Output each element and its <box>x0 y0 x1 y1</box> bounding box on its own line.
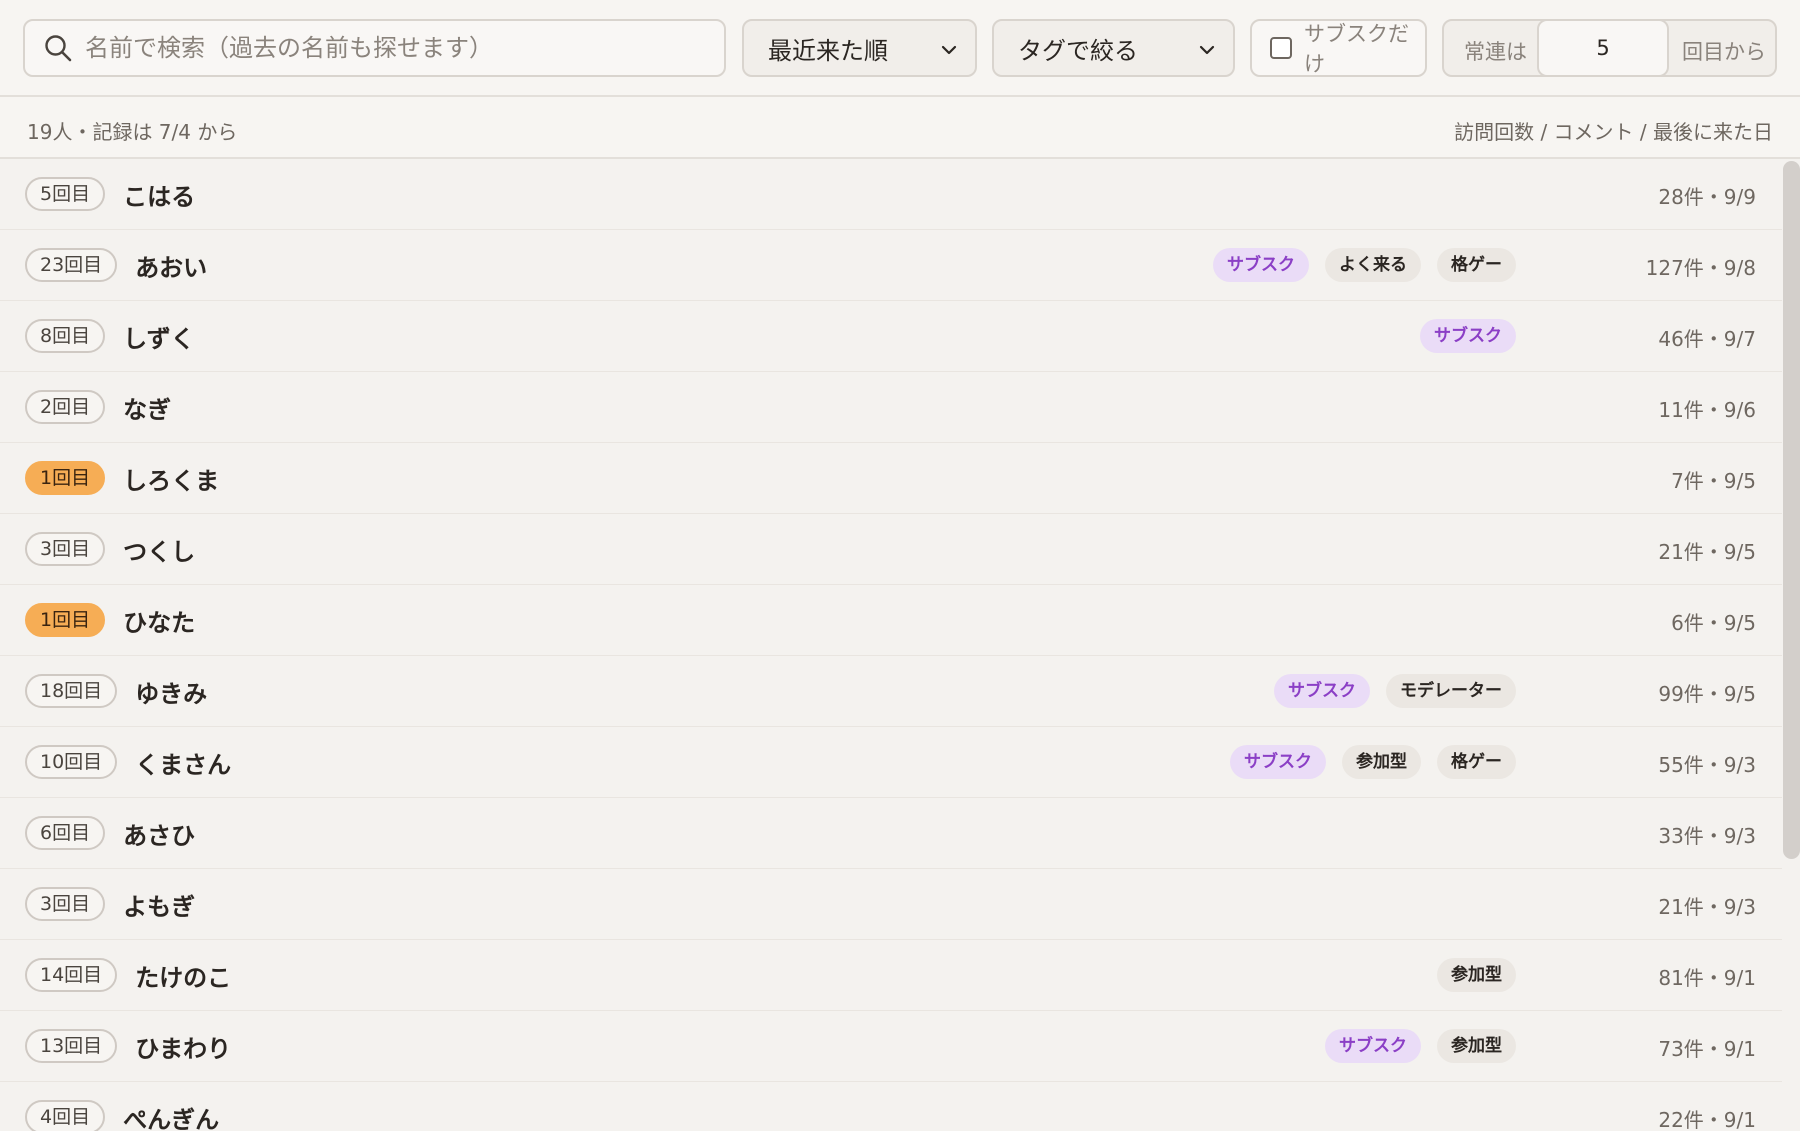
viewer-meta: 73件・9/1 <box>1658 1037 1756 1061</box>
visit-count-badge: 2回目 <box>25 390 106 424</box>
subscriber-only-toggle[interactable]: サブスクだけ <box>1250 19 1427 77</box>
viewer-row[interactable]: 8回目 しずく サブスク 46件・9/7 <box>0 301 1782 372</box>
regular-threshold-input[interactable]: 5 <box>1537 19 1669 77</box>
viewer-tag[interactable]: 参加型 <box>1342 745 1421 779</box>
viewer-tags: サブスク 参加型 格ゲー <box>1230 745 1516 779</box>
viewer-name: よもぎ <box>123 892 196 921</box>
visit-count-badge: 1回目 <box>25 603 106 637</box>
viewer-name: つくし <box>123 537 196 566</box>
toolbar: 最近来た順 タグで絞る サブスクだけ 常連は 5 回目から <box>0 0 1800 97</box>
regular-threshold-group: 常連は 5 回目から <box>1442 19 1777 77</box>
subscriber-tag[interactable]: サブスク <box>1230 745 1326 779</box>
tag-filter-value: タグで絞る <box>1018 36 1138 65</box>
viewer-row[interactable]: 6回目 あさひ 33件・9/3 <box>0 798 1782 869</box>
viewer-count: 19人・記録は 7/4 から <box>27 120 238 144</box>
viewer-meta: 21件・9/5 <box>1658 540 1756 564</box>
viewer-meta: 11件・9/6 <box>1658 398 1756 422</box>
scrollbar-thumb[interactable] <box>1783 161 1800 859</box>
visit-count-badge: 18回目 <box>25 674 118 708</box>
viewer-row[interactable]: 4回目 ぺんぎん 22件・9/1 <box>0 1082 1782 1131</box>
viewer-tags: サブスク よく来る 格ゲー <box>1213 248 1516 282</box>
visit-count-badge: 3回目 <box>25 887 106 921</box>
viewer-name: こはる <box>123 182 196 211</box>
regular-threshold-suffix: 回目から <box>1682 40 1766 64</box>
chevron-down-icon <box>941 45 957 55</box>
sort-select-value: 最近来た順 <box>768 36 888 65</box>
search-input[interactable] <box>85 34 705 62</box>
viewer-tag[interactable]: 格ゲー <box>1437 745 1516 779</box>
viewer-name: しろくま <box>123 466 220 495</box>
viewer-tag[interactable]: よく来る <box>1325 248 1421 282</box>
subscriber-only-checkbox[interactable] <box>1270 37 1292 59</box>
subscriber-tag[interactable]: サブスク <box>1325 1029 1421 1063</box>
viewer-name: あさひ <box>123 821 196 850</box>
viewer-meta: 28件・9/9 <box>1658 185 1756 209</box>
viewer-name: ぺんぎん <box>123 1105 220 1131</box>
sort-select[interactable]: 最近来た順 <box>742 19 977 77</box>
viewer-name: たけのこ <box>135 963 232 992</box>
viewer-meta: 22件・9/1 <box>1658 1108 1756 1131</box>
viewer-meta: 46件・9/7 <box>1658 327 1756 351</box>
visit-count-badge: 8回目 <box>25 319 106 353</box>
viewer-row[interactable]: 10回目 くまさん サブスク 参加型 格ゲー 55件・9/3 <box>0 727 1782 798</box>
subscriber-tag[interactable]: サブスク <box>1274 674 1370 708</box>
viewer-tags: サブスク モデレーター <box>1274 674 1516 708</box>
viewer-name: しずく <box>123 324 195 353</box>
visit-count-badge: 1回目 <box>25 461 106 495</box>
subscriber-tag[interactable]: サブスク <box>1213 248 1309 282</box>
viewer-name: ゆきみ <box>135 679 208 708</box>
search-icon <box>45 35 72 62</box>
viewer-row[interactable]: 18回目 ゆきみ サブスク モデレーター 99件・9/5 <box>0 656 1782 727</box>
viewer-row[interactable]: 3回目 つくし 21件・9/5 <box>0 514 1782 585</box>
viewer-row[interactable]: 14回目 たけのこ 参加型 81件・9/1 <box>0 940 1782 1011</box>
viewer-tag[interactable]: モデレーター <box>1386 674 1516 708</box>
viewer-tag[interactable]: 参加型 <box>1437 1029 1516 1063</box>
visit-count-badge: 3回目 <box>25 532 106 566</box>
visit-count-badge: 5回目 <box>25 177 106 211</box>
viewer-row[interactable]: 5回目 こはる 28件・9/9 <box>0 159 1782 230</box>
viewer-meta: 21件・9/3 <box>1658 895 1756 919</box>
regular-threshold-prefix: 常連は <box>1464 40 1527 64</box>
viewer-row[interactable]: 23回目 あおい サブスク よく来る 格ゲー 127件・9/8 <box>0 230 1782 301</box>
viewer-name: ひまわり <box>135 1034 232 1063</box>
visit-count-badge: 6回目 <box>25 816 106 850</box>
search-box[interactable] <box>23 19 726 77</box>
subscriber-tag[interactable]: サブスク <box>1420 319 1516 353</box>
viewer-name: ひなた <box>123 608 196 637</box>
visit-count-badge: 23回目 <box>25 248 118 282</box>
viewer-tag[interactable]: 格ゲー <box>1437 248 1516 282</box>
summary-bar: 19人・記録は 7/4 から 訪問回数 / コメント / 最後に来た日 <box>0 97 1800 159</box>
visit-count-badge: 4回目 <box>25 1100 106 1131</box>
viewer-meta: 6件・9/5 <box>1671 611 1756 635</box>
viewer-row[interactable]: 2回目 なぎ 11件・9/6 <box>0 372 1782 443</box>
viewer-meta: 7件・9/5 <box>1671 469 1756 493</box>
viewer-row[interactable]: 1回目 ひなた 6件・9/5 <box>0 585 1782 656</box>
subscriber-only-label: サブスクだけ <box>1304 22 1409 76</box>
visit-count-badge: 14回目 <box>25 958 118 992</box>
viewer-row[interactable]: 3回目 よもぎ 21件・9/3 <box>0 869 1782 940</box>
viewer-meta: 81件・9/1 <box>1658 966 1756 990</box>
chevron-down-icon <box>1199 45 1215 55</box>
viewer-meta: 99件・9/5 <box>1658 682 1756 706</box>
viewer-name: あおい <box>135 253 208 282</box>
visit-count-badge: 13回目 <box>25 1029 118 1063</box>
viewer-tag[interactable]: 参加型 <box>1437 958 1516 992</box>
scrollbar[interactable] <box>1783 159 1800 1131</box>
viewer-meta: 33件・9/3 <box>1658 824 1756 848</box>
viewer-meta: 55件・9/3 <box>1658 753 1756 777</box>
viewer-tags: 参加型 <box>1437 958 1516 992</box>
viewer-list: 5回目 こはる 28件・9/9 23回目 あおい サブスク よく来る 格ゲー 127件・9/8 8… <box>0 159 1782 1131</box>
viewer-tags: サブスク <box>1420 319 1516 353</box>
viewer-name: くまさん <box>135 750 232 779</box>
viewer-tags: サブスク 参加型 <box>1325 1029 1516 1063</box>
column-legend: 訪問回数 / コメント / 最後に来た日 <box>1454 120 1773 144</box>
viewer-name: なぎ <box>123 395 172 424</box>
viewer-meta: 127件・9/8 <box>1645 256 1756 280</box>
viewer-row[interactable]: 1回目 しろくま 7件・9/5 <box>0 443 1782 514</box>
visit-count-badge: 10回目 <box>25 745 118 779</box>
viewer-row[interactable]: 13回目 ひまわり サブスク 参加型 73件・9/1 <box>0 1011 1782 1082</box>
tag-filter-select[interactable]: タグで絞る <box>992 19 1235 77</box>
